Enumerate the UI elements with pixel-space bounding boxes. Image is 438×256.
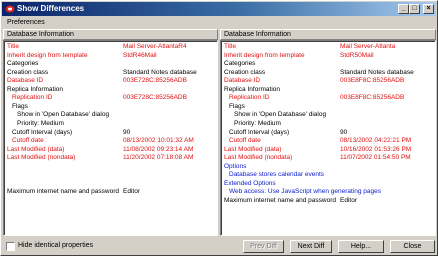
property-value: StdR46Mail	[123, 51, 157, 59]
property-label: Maximum internet name and password	[7, 188, 119, 196]
property-value: Editor	[123, 188, 140, 196]
maximize-icon: □	[412, 5, 417, 12]
property-value: 11/07/2002 01:54:50 PM	[340, 154, 411, 162]
help-button[interactable]: Help...	[338, 240, 384, 253]
property-value: 11/20/2002 07:18:08 AM	[123, 154, 194, 162]
minimize-button[interactable]: _	[398, 4, 409, 14]
title-bar[interactable]: Show Differences _ □ ×	[2, 2, 436, 16]
property-label: Last Modified (nondata)	[7, 154, 76, 162]
menu-preferences[interactable]: Preferences	[7, 18, 45, 27]
close-button[interactable]: Close	[390, 240, 435, 253]
minimize-icon: _	[401, 5, 406, 12]
right-database-info-pane[interactable]: Title Mail Server-Atlanta Inherit design f…	[220, 40, 436, 236]
property-value: 003E728C:85256ADB	[123, 77, 187, 85]
prev-diff-button[interactable]: Prev Diff	[243, 240, 284, 253]
menu-bar: Preferences	[2, 17, 436, 28]
maximize-button[interactable]: □	[409, 4, 420, 14]
property-value: 003E728C:85256ADB	[123, 94, 187, 102]
property-label: Maximum internet name and password	[224, 196, 336, 204]
right-pane-header: Database Information	[220, 29, 436, 40]
left-database-info-pane[interactable]: Title Mail Server-AtlantaR4 Inherit design…	[3, 40, 218, 236]
close-window-button[interactable]: ×	[423, 4, 434, 14]
hide-identical-label[interactable]: Hide identical properties	[18, 241, 93, 251]
bottom-bar: Hide identical properties Prev Diff Next…	[2, 237, 436, 255]
next-diff-button[interactable]: Next Diff	[290, 240, 332, 253]
left-pane-header: Database Information	[3, 29, 218, 40]
property-value: StdR50Mail	[340, 51, 374, 59]
window-title: Show Differences	[17, 4, 85, 13]
close-icon: ×	[426, 5, 431, 12]
property-value: Editor	[340, 196, 357, 204]
property-value: 003E8F8C:85256ADB	[340, 94, 405, 102]
domino-diff-icon	[5, 5, 15, 13]
property-value: 003E8F8C:85256ADB	[340, 77, 405, 85]
show-differences-window: Show Differences _ □ × Preferences Datab…	[0, 0, 438, 256]
hide-identical-checkbox[interactable]	[6, 242, 15, 251]
